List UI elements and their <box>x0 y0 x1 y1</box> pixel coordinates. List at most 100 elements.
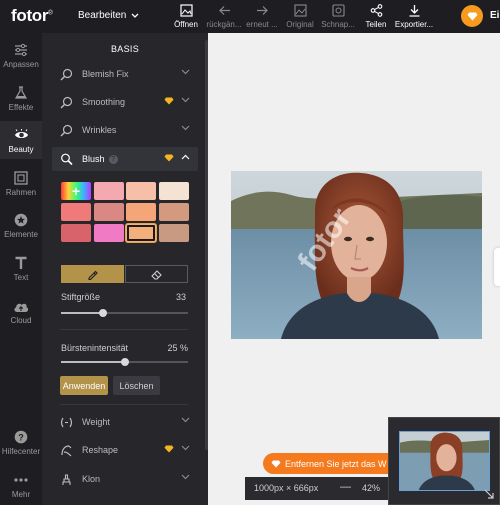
premium-diamond-icon <box>164 154 174 162</box>
nav-more[interactable]: Mehr <box>0 472 42 502</box>
panel-title: BASIS <box>110 44 139 54</box>
top-toolbar: fotor® Bearbeiten Öffnen rückgän... erne… <box>0 0 500 33</box>
edit-menu[interactable]: Bearbeiten <box>78 10 139 21</box>
chevron-down-icon <box>181 417 190 423</box>
tool-wrinkles[interactable]: Wrinkles <box>52 118 198 142</box>
zoom-out-button[interactable]: — <box>340 481 351 493</box>
tool-weight[interactable]: Weight <box>52 410 198 434</box>
tool-wrinkles-label: Wrinkles <box>82 125 117 135</box>
tool-clone-label: Klon <box>82 474 101 484</box>
svg-text:?: ? <box>18 433 24 443</box>
open-button[interactable]: Öffnen <box>166 3 206 29</box>
blemish-icon <box>60 68 73 80</box>
collapse-navigator-icon[interactable] <box>483 488 495 500</box>
smoothing-icon <box>60 96 73 108</box>
chevron-down-icon <box>181 445 190 451</box>
snapshot-button[interactable]: Schnap... <box>318 3 358 29</box>
tool-blemish-label: Blemish Fix <box>82 69 129 79</box>
open-label: Öffnen <box>174 20 198 29</box>
logo-mark: ® <box>48 10 53 17</box>
fotor-logo[interactable]: fotor® <box>11 6 53 26</box>
eraser-icon <box>150 269 162 280</box>
nav-help-center[interactable]: ? Hilfecenter <box>0 429 42 459</box>
clear-button[interactable]: Löschen <box>113 376 160 395</box>
chevron-down-icon <box>131 13 139 18</box>
blush-color-swatch[interactable] <box>126 203 156 221</box>
blush-color-swatch[interactable] <box>93 203 124 221</box>
custom-color-swatch[interactable]: + <box>61 182 91 200</box>
reshape-icon <box>61 444 72 456</box>
diamond-icon <box>271 460 281 467</box>
nav-help-label: Hilfecenter <box>1 447 41 456</box>
blush-color-swatch[interactable] <box>93 224 124 242</box>
blush-color-swatch[interactable] <box>158 224 189 242</box>
tool-smoothing-label: Smoothing <box>82 97 126 107</box>
brush-size-label: Stiftgröße <box>61 292 101 302</box>
image-icon <box>179 4 193 17</box>
nav-text-label: Text <box>13 273 29 282</box>
original-label: Original <box>286 20 314 29</box>
apply-button[interactable]: Anwenden <box>60 376 108 395</box>
nav-adjust-label: Anpassen <box>3 60 39 69</box>
nav-text[interactable]: Text <box>0 255 42 285</box>
logo-text: fotor <box>11 6 49 25</box>
original-button[interactable]: Original <box>280 3 320 29</box>
share-label: Teilen <box>365 20 387 29</box>
brush-mode-button[interactable] <box>61 265 124 283</box>
blush-color-swatch[interactable] <box>126 224 156 242</box>
blush-color-swatch[interactable] <box>61 224 91 242</box>
undo-label: rückgän... <box>206 20 242 29</box>
sliders-icon <box>15 43 27 57</box>
zoom-level: 42% <box>362 483 381 493</box>
thumbnail-image <box>399 431 490 491</box>
chevron-up-icon <box>181 154 190 160</box>
wrinkles-icon <box>60 124 73 136</box>
premium-badge[interactable] <box>461 5 483 27</box>
more-icon <box>14 478 28 482</box>
frame-icon <box>14 171 28 185</box>
chevron-down-icon <box>181 97 190 103</box>
nav-beauty[interactable]: Beauty <box>0 121 42 159</box>
tool-reshape-label: Reshape <box>82 445 119 455</box>
blush-color-swatch[interactable] <box>126 182 156 200</box>
blush-color-swatch[interactable] <box>158 203 189 221</box>
diamond-icon <box>467 12 477 20</box>
tool-clone[interactable]: Klon <box>52 467 198 491</box>
brush-size-thumb[interactable] <box>98 309 107 317</box>
flask-icon <box>14 86 28 99</box>
undo-icon <box>218 6 230 15</box>
nav-elements[interactable]: Elemente <box>0 212 42 242</box>
blush-color-swatch[interactable] <box>61 203 91 221</box>
promo-text: Entfernen Sie jetzt das W <box>285 458 387 469</box>
original-icon <box>293 4 307 17</box>
panel-divider <box>60 404 188 405</box>
blush-help-icon[interactable]: ? <box>108 154 118 164</box>
blush-icon <box>61 153 73 165</box>
tool-reshape[interactable]: Reshape <box>52 438 198 462</box>
portrait-image <box>231 171 482 339</box>
panel-divider <box>60 329 188 330</box>
navigator-thumbnail[interactable] <box>388 417 500 505</box>
nav-effects[interactable]: Effekte <box>0 85 42 115</box>
brush-intensity-label: Bürstenintensität <box>61 343 129 353</box>
undo-button[interactable]: rückgän... <box>204 3 244 29</box>
redo-button[interactable]: erneut ... <box>242 3 282 29</box>
eye-icon <box>14 129 28 138</box>
portrait-photo[interactable]: fotor <box>231 171 482 339</box>
nav-frames[interactable]: Rahmen <box>0 170 42 200</box>
user-name[interactable]: Ei <box>490 10 499 21</box>
tool-blemish-fix[interactable]: Blemish Fix <box>52 62 198 86</box>
nav-cloud-label: Cloud <box>10 316 32 325</box>
nav-cloud[interactable]: Cloud <box>0 298 42 328</box>
tool-blush[interactable]: Blush ? <box>52 147 198 171</box>
nav-adjust[interactable]: Anpassen <box>0 42 42 72</box>
blush-color-swatch[interactable] <box>158 182 189 200</box>
tool-smoothing[interactable]: Smoothing <box>52 90 198 114</box>
brush-intensity-thumb[interactable] <box>120 358 129 366</box>
blush-color-swatch[interactable] <box>93 182 124 200</box>
share-button[interactable]: Teilen <box>356 3 396 29</box>
export-button[interactable]: Exportier... <box>394 3 434 29</box>
brush-size-value: 33 <box>175 292 186 302</box>
right-panel-tab[interactable] <box>494 248 500 286</box>
eraser-mode-button[interactable] <box>125 265 188 283</box>
